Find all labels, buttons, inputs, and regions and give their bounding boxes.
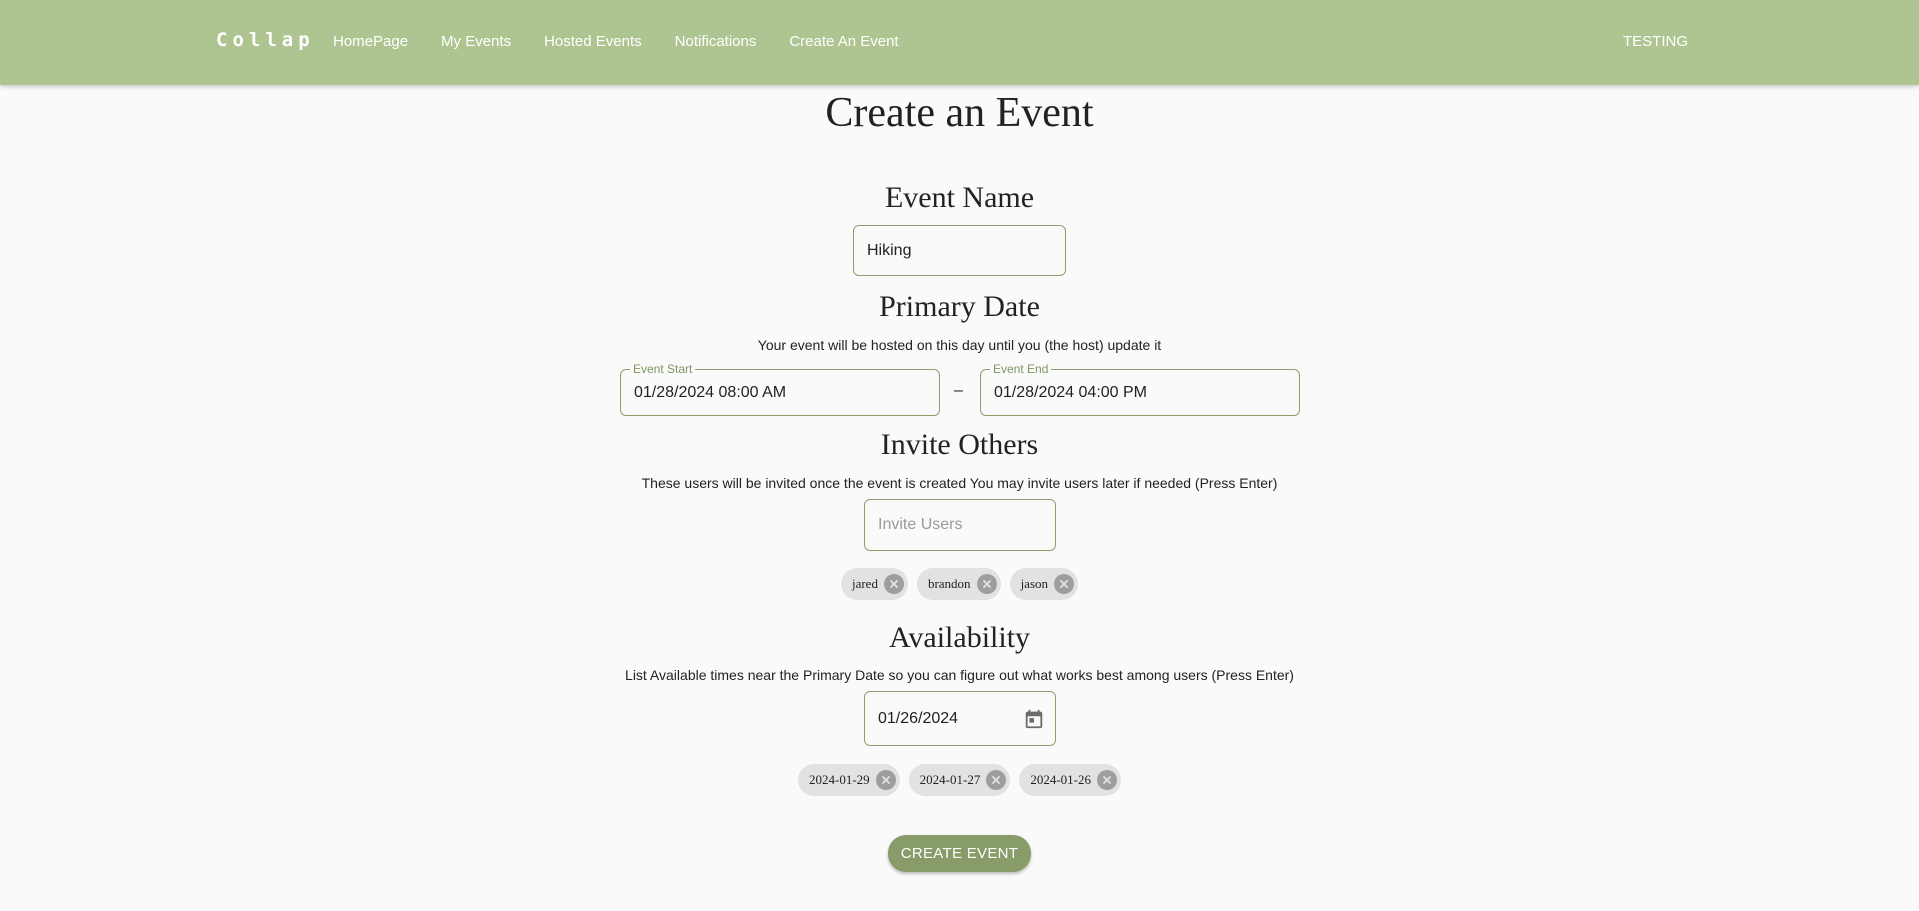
date-chip: 2024-01-26 (1019, 764, 1121, 796)
event-start-input[interactable] (634, 383, 939, 402)
user-chip: brandon (916, 568, 1001, 600)
user-chip-label: brandon (927, 576, 971, 591)
create-event-form: Create an Event Event Name Primary Date … (0, 85, 1919, 911)
close-circle-icon[interactable] (1054, 574, 1075, 594)
primary-date-description: Your event will be hosted on this day un… (757, 337, 1162, 353)
event-end-label: Event End (990, 362, 1052, 376)
create-event-button[interactable]: CREATE EVENT (888, 835, 1031, 872)
invited-users-list: jared brandon jason (0, 568, 1919, 600)
calendar-icon[interactable] (1023, 708, 1045, 730)
availability-date-field[interactable] (864, 691, 1056, 746)
nav-link-create-event[interactable]: Create An Event (789, 33, 898, 50)
availability-dates-list: 2024-01-29 2024-01-27 2024-01-26 (0, 764, 1919, 796)
app-bar: Collap HomePage My Events Hosted Events … (0, 0, 1919, 85)
close-circle-icon[interactable] (875, 770, 896, 790)
event-start-label: Event Start (630, 362, 696, 376)
page-title: Create an Event (825, 90, 1094, 136)
user-chip: jared (840, 568, 908, 600)
user-chip: jason (1009, 568, 1079, 600)
event-name-field[interactable] (853, 225, 1066, 276)
event-name-input[interactable] (867, 241, 1065, 260)
invite-description: These users will be invited once the eve… (641, 475, 1278, 491)
close-circle-icon[interactable] (986, 770, 1007, 790)
date-chip-label: 2024-01-27 (919, 772, 981, 787)
user-chip-label: jared (851, 576, 878, 591)
nav-link-notifications[interactable]: Notifications (675, 33, 757, 50)
user-chip-label: jason (1020, 576, 1049, 591)
nav-link-homepage[interactable]: HomePage (333, 33, 408, 50)
brand-logo[interactable]: Collap (216, 29, 315, 51)
invite-heading: Invite Others (880, 428, 1039, 461)
event-name-heading: Event Name (884, 181, 1035, 214)
date-chip-label: 2024-01-26 (1030, 772, 1091, 787)
main-nav: HomePage My Events Hosted Events Notific… (333, 33, 932, 50)
event-start-field[interactable]: Event Start (620, 362, 940, 416)
invite-users-field[interactable] (864, 499, 1056, 551)
primary-date-heading: Primary Date (879, 290, 1040, 323)
availability-date-input[interactable] (878, 709, 1023, 728)
close-circle-icon[interactable] (976, 574, 997, 594)
event-end-field[interactable]: Event End (980, 362, 1300, 416)
invite-users-input[interactable] (878, 516, 1055, 534)
close-circle-icon[interactable] (1097, 770, 1117, 790)
date-range-separator: – (954, 382, 963, 399)
close-circle-icon[interactable] (883, 574, 904, 594)
event-end-input[interactable] (994, 383, 1299, 402)
date-chip: 2024-01-27 (908, 764, 1011, 796)
availability-heading: Availability (888, 621, 1031, 654)
date-chip-label: 2024-01-29 (808, 772, 870, 787)
availability-description: List Available times near the Primary Da… (625, 667, 1294, 683)
nav-link-my-events[interactable]: My Events (441, 33, 511, 50)
date-chip: 2024-01-29 (797, 764, 900, 796)
nav-link-hosted-events[interactable]: Hosted Events (544, 33, 642, 50)
user-menu[interactable]: TESTING (1623, 33, 1688, 50)
